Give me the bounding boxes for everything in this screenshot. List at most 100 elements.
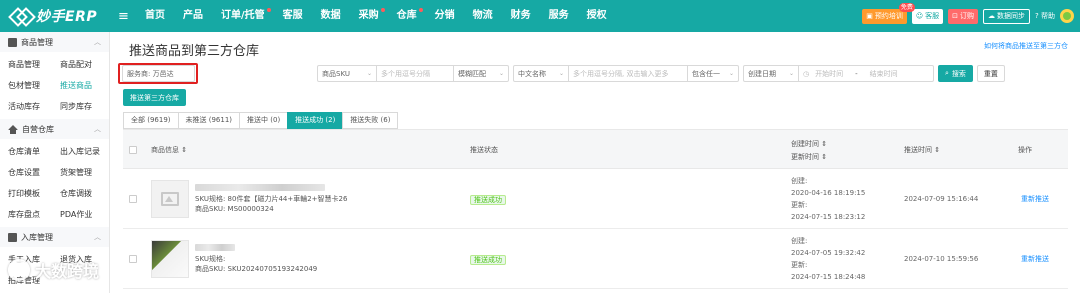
col-created-time[interactable]: 创建时间 ⇕ [791,139,827,149]
clock-icon: ◷ [803,69,810,78]
logo-icon [10,8,32,24]
nav-warehouse[interactable]: 仓库 [388,0,426,32]
col-push-time[interactable]: 推送时间 ⇕ [904,130,940,170]
nav-distribution[interactable]: 分销 [426,0,464,32]
main-nav: 首页 产品 订单/托管 客服 数据 采购 仓库 分销 物流 财务 服务 授权 [136,0,616,32]
menu-toggle-icon[interactable]: ≡ [118,9,136,24]
nav-orders[interactable]: 订单/托管 [212,0,274,32]
push-time: 2024-07-09 15:16:44 [904,195,979,203]
product-sku: 商品SKU: MS00000324 [195,205,274,213]
tab-all[interactable]: 全部 (9619) [123,112,179,129]
date-range-input[interactable]: ◷ 开始时间 - 结束时间 [798,65,934,82]
table-header: 商品信息 ⇕ 推送状态 创建时间 ⇕ 更新时间 ⇕ 推送时间 ⇕ 操作 [123,129,1068,169]
app-logo[interactable]: 妙手ERP [0,6,118,26]
nav-warehouse-label: 仓库 [396,10,417,21]
sidebar-group-title: 商品管理 [21,37,53,47]
nav-logistics[interactable]: 物流 [464,0,502,32]
sku-spec: SKU规格: 80件套【磁力片44+車輪2+智慧卡26 [195,195,348,203]
select-all-checkbox[interactable] [129,146,137,154]
search-button[interactable]: ⌕ 搜索 [938,65,973,82]
sidebar: 商品管理 ︿ 商品管理 商品配对 包材管理 推送商品 活动库存 同步库存 自营仓… [0,32,110,293]
chevron-down-icon: ⌄ [728,70,734,77]
created-time: 2024-07-05 19:32:42 [791,249,866,257]
free-tag: 免费 [898,2,915,12]
sidebar-group-inbound[interactable]: 入库管理 ︿ [0,227,109,247]
sidebar-item-stock-records[interactable]: 出入库记录 [60,141,112,162]
help-label: 帮助 [1041,12,1055,20]
sidebar-item-warehouse-settings[interactable]: 仓库设置 [8,162,60,183]
logo-text: 妙手ERP [36,9,98,25]
nav-service[interactable]: 客服 [274,0,312,32]
sidebar-item-warehouse-list[interactable]: 仓库清单 [8,141,60,162]
clipboard-icon [8,37,17,47]
training-button[interactable]: ▣ 预约培训 免费 [862,2,915,24]
tab-pushing[interactable]: 推送中 (0) [239,112,289,129]
sidebar-item-activity-stock[interactable]: 活动库存 [8,96,60,117]
customer-service-button[interactable]: ☺ 客服 [911,8,944,24]
push-time: 2024-07-10 15:59:56 [904,255,979,263]
name-input[interactable]: 多个用逗号分隔, 双击输入更多 [568,65,688,82]
row-checkbox[interactable] [129,195,137,203]
reset-button[interactable]: 重置 [976,65,1005,82]
nav-services[interactable]: 服务 [540,0,578,32]
status-badge: 推送成功 [470,255,506,265]
help-link[interactable]: ? 帮助 [1035,11,1055,21]
nav-product[interactable]: 产品 [174,0,212,32]
image-placeholder-icon [161,192,179,206]
chevron-down-icon: ⌄ [498,70,504,77]
row-checkbox[interactable] [129,255,137,263]
col-updated-time[interactable]: 更新时间 ⇕ [791,152,827,162]
sku-type-select[interactable]: 商品SKU ⌄ [317,65,377,82]
sidebar-group-product[interactable]: 商品管理 ︿ [0,32,109,52]
sidebar-item-stock-check[interactable]: 库存盘点 [8,204,60,225]
push-third-party-button[interactable]: 推送第三方仓库 [123,89,186,106]
chevron-up-icon: ︿ [94,233,101,241]
products-table: 商品信息 ⇕ 推送状态 创建时间 ⇕ 更新时间 ⇕ 推送时间 ⇕ 操作 SKU规… [123,129,1068,289]
nav-purchase[interactable]: 采购 [350,0,388,32]
nav-home[interactable]: 首页 [136,0,174,32]
created-label: 创建: [791,237,808,245]
updated-label: 更新: [791,261,808,269]
tab-push-success[interactable]: 推送成功 (2) [287,112,344,129]
data-sync-label: 数据同步 [997,11,1026,20]
watermark-text: 大数跨境 [35,262,100,281]
subscribe-button[interactable]: ⊡ 订购 [948,8,979,24]
sidebar-group-title: 自营仓库 [22,124,54,134]
tab-not-pushed[interactable]: 未推送 (9611) [177,112,241,129]
sidebar-item-packaging[interactable]: 包材管理 [8,75,60,96]
sku-input[interactable]: 多个用逗号分隔 [376,65,454,82]
data-sync-button[interactable]: ☁ 数据同步 [983,8,1031,24]
nav-purchase-label: 采购 [358,10,379,21]
nav-data[interactable]: 数据 [312,0,350,32]
col-action: 操作 [1018,146,1032,154]
match-mode-select[interactable]: 模糊匹配 ⌄ [453,65,509,82]
nav-authorize[interactable]: 授权 [578,0,616,32]
repush-link[interactable]: 重新推送 [1021,253,1049,265]
sidebar-item-sync-stock[interactable]: 同步库存 [60,96,112,117]
sidebar-item-warehouse-transfer[interactable]: 仓库调拨 [60,183,112,204]
chevron-up-icon: ︿ [94,125,101,133]
user-avatar[interactable] [1060,9,1074,23]
sidebar-item-push-products[interactable]: 推送商品 [60,75,112,96]
created-time: 2020-04-16 18:19:15 [791,189,866,197]
contains-select[interactable]: 包含任一 ⌄ [687,65,739,82]
name-lang-value: 中文名称 [518,69,546,78]
sidebar-item-shelf-manage[interactable]: 货架管理 [60,162,112,183]
sidebar-group-warehouse[interactable]: 自营仓库 ︿ [0,119,109,139]
contains-value: 包含任一 [692,69,720,78]
name-lang-select[interactable]: 中文名称 ⌄ [513,65,569,82]
inbox-icon [8,232,17,242]
sidebar-item-product-manage[interactable]: 商品管理 [8,54,60,75]
sku-spec: SKU规格: [195,255,226,263]
sidebar-item-pda[interactable]: PDA作业 [60,204,112,225]
status-tabs: 全部 (9619) 未推送 (9611) 推送中 (0) 推送成功 (2) 推送… [123,112,399,129]
nav-finance[interactable]: 财务 [502,0,540,32]
cloud-icon: ☁ [988,11,996,20]
sidebar-item-product-pairing[interactable]: 商品配对 [60,54,112,75]
date-type-select[interactable]: 创建日期 ⌄ [743,65,799,82]
sidebar-item-print-template[interactable]: 打印模板 [8,183,60,204]
help-doc-link[interactable]: 如何将商品推送至第三方仓 [984,41,1068,51]
col-product-info[interactable]: 商品信息 ⇕ [151,130,187,170]
tab-push-failed[interactable]: 推送失败 (6) [342,112,399,129]
repush-link[interactable]: 重新推送 [1021,193,1049,205]
